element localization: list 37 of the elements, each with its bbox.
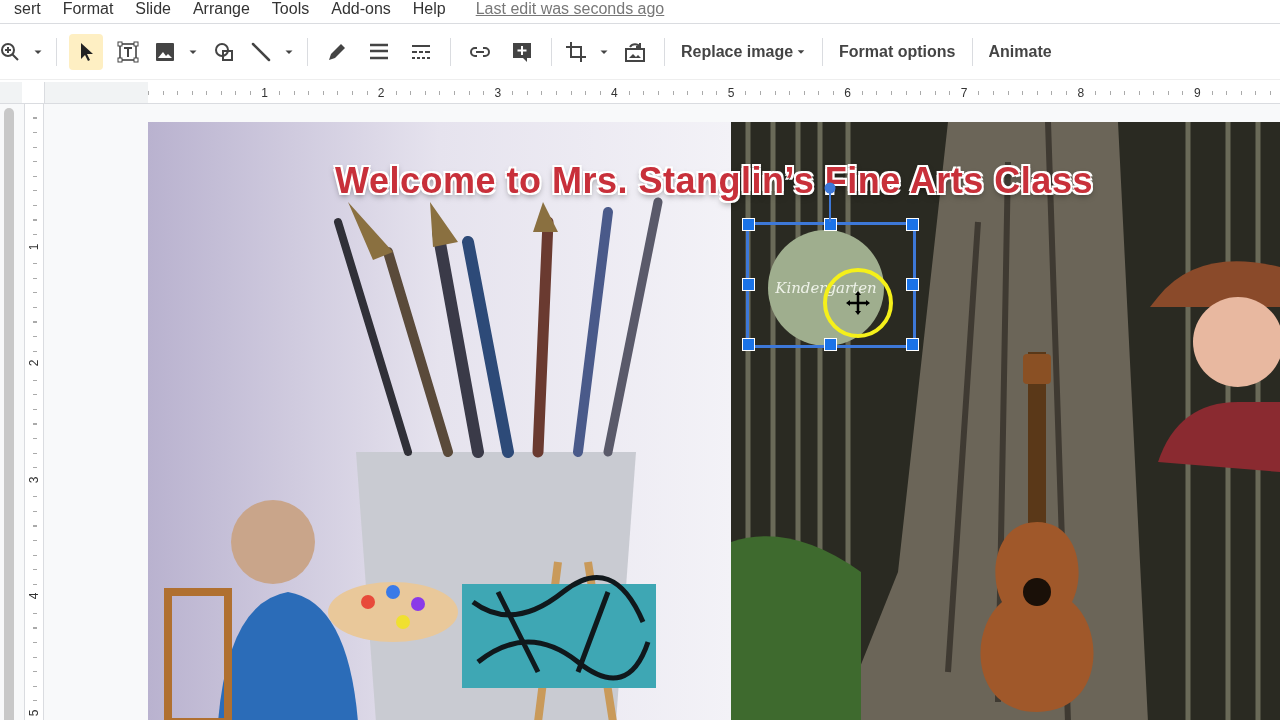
- menu-item[interactable]: Add-ons: [317, 0, 399, 17]
- ruler-number: 3: [28, 476, 40, 483]
- resize-handle[interactable]: [906, 218, 919, 231]
- ruler-number: 1: [28, 243, 40, 250]
- crop-icon: [564, 39, 588, 64]
- resize-handle[interactable]: [742, 338, 755, 351]
- menu-item[interactable]: Arrange: [178, 0, 258, 17]
- ruler-number: 2: [28, 359, 40, 367]
- text-box-icon: [116, 39, 140, 64]
- ruler-number: 4: [609, 85, 620, 100]
- menu-item[interactable]: Format: [48, 0, 122, 17]
- ruler-number: 5: [725, 85, 737, 100]
- resize-handle[interactable]: [742, 218, 755, 231]
- ruler-number: 6: [842, 85, 853, 100]
- scrollbar[interactable]: [4, 108, 14, 720]
- ruler-number: 2: [375, 85, 387, 100]
- ruler-number: 7: [958, 85, 970, 100]
- pointer-tool-button[interactable]: [69, 33, 103, 70]
- resize-handle[interactable]: [824, 218, 837, 231]
- toolbar-button[interactable]: Format options: [831, 34, 964, 69]
- resize-handle[interactable]: [742, 278, 755, 291]
- ruler-number: 9: [1192, 85, 1203, 100]
- resize-handle[interactable]: [906, 278, 919, 291]
- toolbar-button[interactable]: Replace image: [673, 34, 815, 69]
- menu-item[interactable]: sert: [0, 0, 49, 17]
- resize-handle[interactable]: [824, 338, 837, 351]
- ruler-number: 8: [1075, 85, 1087, 100]
- menu-item[interactable]: Help: [398, 0, 454, 17]
- ruler-number: 1: [259, 85, 270, 100]
- ruler-number: 3: [492, 85, 504, 100]
- menu-item[interactable]: Tools: [257, 0, 318, 17]
- ruler-number: 4: [28, 592, 40, 600]
- last-edit-link[interactable]: Last edit was seconds ago: [475, 0, 665, 17]
- resize-handle[interactable]: [906, 338, 919, 351]
- toolbar-button[interactable]: Animate: [980, 34, 1060, 69]
- menu-item[interactable]: Slide: [121, 0, 179, 17]
- ruler-number: 5: [28, 709, 40, 716]
